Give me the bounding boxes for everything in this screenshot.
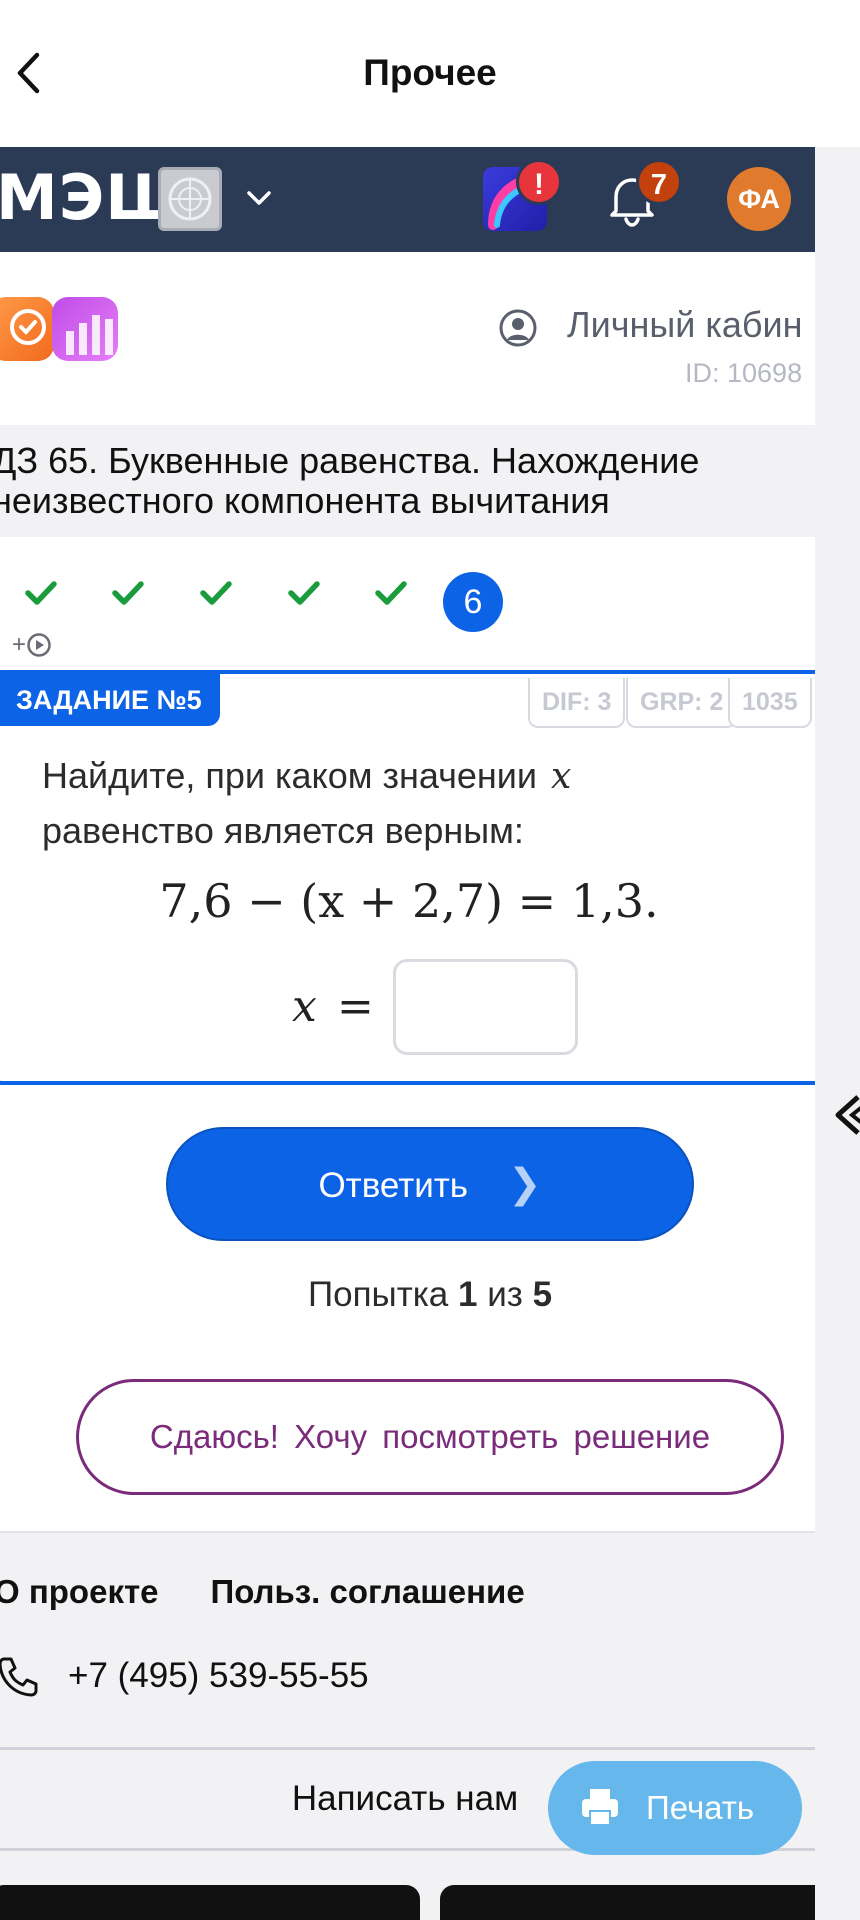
attempt-word: Попытка bbox=[307, 1275, 449, 1314]
right-side-panel bbox=[815, 147, 860, 1920]
subheader: Личный кабин ID: 10698 bbox=[0, 252, 815, 424]
submit-answer-label: Ответить bbox=[318, 1166, 469, 1205]
task-variable: x bbox=[550, 756, 572, 797]
avatar[interactable]: ФА bbox=[727, 167, 791, 231]
submit-answer-button[interactable]: Ответить ❯ bbox=[166, 1127, 694, 1241]
phone-number[interactable]: +7 (495) 539-55-55 bbox=[68, 1656, 369, 1696]
show-solution-button[interactable]: Сдаюсь! Хочу посмотреть решение bbox=[76, 1379, 784, 1495]
coat-of-arms-icon bbox=[158, 167, 222, 231]
task-statement: Найдите, при каком значении x равенство я… bbox=[42, 749, 782, 858]
task-text-line-2: равенство является верным: bbox=[42, 810, 524, 851]
store-badge-left[interactable] bbox=[0, 1885, 420, 1920]
stats-app-icon[interactable] bbox=[52, 297, 118, 361]
task-text-line-1: Найдите, при каком значении bbox=[42, 755, 537, 796]
answer-row: x = bbox=[0, 959, 815, 1059]
answer-variable: x bbox=[292, 981, 317, 1032]
chevron-right-icon: ❯ bbox=[508, 1162, 542, 1206]
user-id: ID: 10698 bbox=[685, 358, 803, 388]
equation: 7,6 − (x + 2,7) = 1,3. bbox=[159, 874, 659, 928]
user-circle-icon[interactable] bbox=[498, 308, 538, 348]
mesh-logo[interactable]: МЭШ bbox=[0, 161, 183, 234]
check-icon[interactable] bbox=[111, 579, 145, 607]
page-title: Прочее bbox=[363, 52, 497, 93]
check-icon[interactable] bbox=[287, 579, 321, 607]
footer-links: О проекте Польз. соглашение bbox=[0, 1573, 577, 1611]
store-badge-right[interactable] bbox=[440, 1885, 815, 1920]
attempt-counter: Попытка 1 из 5 bbox=[0, 1275, 815, 1315]
plus-label: + bbox=[12, 631, 27, 658]
answer-equals: = bbox=[337, 981, 374, 1032]
lightbulb-app-icon[interactable] bbox=[0, 297, 54, 361]
printer-icon bbox=[582, 1789, 618, 1826]
collapse-arrow-icon[interactable] bbox=[832, 1085, 860, 1145]
alert-badge: ! bbox=[516, 159, 562, 205]
add-video-button[interactable]: + bbox=[12, 631, 52, 659]
user-agreement-link[interactable]: Польз. соглашение bbox=[210, 1573, 524, 1610]
attempt-of: из bbox=[487, 1275, 523, 1314]
play-circle-icon bbox=[27, 633, 51, 657]
answer-input[interactable] bbox=[393, 959, 578, 1055]
personal-account-link[interactable]: Личный кабин bbox=[567, 304, 803, 346]
notification-count-badge: 7 bbox=[636, 159, 682, 205]
attempt-total: 5 bbox=[532, 1275, 553, 1314]
group-tag: GRP: 2 bbox=[626, 678, 738, 728]
task-card: ЗАДАНИЕ №5 DIF: 3 GRP: 2 1035 Найдите, п… bbox=[0, 670, 815, 1085]
lesson-title-line-2: неизвестного компонента вычитания bbox=[0, 480, 610, 521]
phone-icon bbox=[0, 1657, 38, 1697]
task-progress: 6 + bbox=[0, 537, 815, 658]
difficulty-tag: DIF: 3 bbox=[528, 678, 626, 728]
check-icon[interactable] bbox=[199, 579, 233, 607]
task-id-tag: 1035 bbox=[728, 678, 812, 728]
web-content: МЭШ ! 7 ФА Личный кабин ID: 10698 ДЗ 65.… bbox=[0, 147, 815, 1920]
lesson-topic: ДЗ 65. Буквенные равенства. Нахождение н… bbox=[0, 425, 815, 537]
print-label: Печать bbox=[646, 1789, 755, 1826]
check-icon[interactable] bbox=[24, 579, 58, 607]
about-project-link[interactable]: О проекте bbox=[0, 1573, 158, 1610]
check-icon[interactable] bbox=[374, 579, 408, 607]
footer: О проекте Польз. соглашение +7 (495) 539-… bbox=[0, 1531, 815, 1920]
print-button[interactable]: Печать bbox=[548, 1761, 802, 1855]
lesson-title-line-1: ДЗ 65. Буквенные равенства. Нахождение bbox=[0, 440, 700, 481]
top-navigation-bar: Прочее bbox=[0, 0, 860, 147]
mesh-header: МЭШ ! 7 ФА bbox=[0, 147, 815, 252]
active-step[interactable]: 6 bbox=[443, 572, 503, 632]
attempt-current: 1 bbox=[458, 1275, 478, 1314]
chevron-down-icon[interactable] bbox=[244, 183, 274, 213]
task-label: ЗАДАНИЕ №5 bbox=[0, 674, 220, 726]
lesson-title: ДЗ 65. Буквенные равенства. Нахождение н… bbox=[0, 441, 815, 521]
